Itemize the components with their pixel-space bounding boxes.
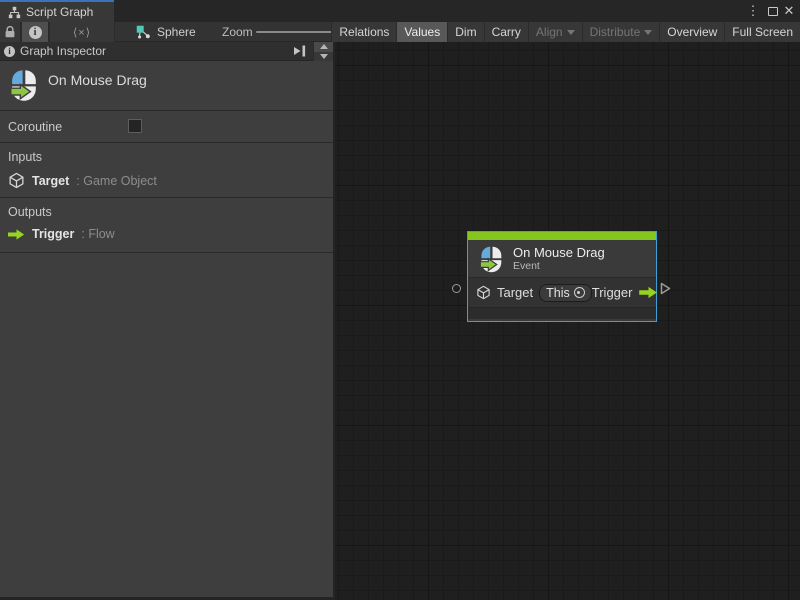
cube-icon <box>8 172 25 189</box>
outputs-section: Outputs Trigger : Flow <box>0 198 333 253</box>
button-label: Distribute <box>590 25 641 39</box>
on-mouse-drag-icon <box>8 68 39 102</box>
this-value-label: This <box>546 286 570 300</box>
scroll-up-button[interactable] <box>314 42 333 52</box>
coroutine-checkbox[interactable] <box>128 119 142 133</box>
toolbar-toggle-group: Relations Values Dim Carry Align Distrib… <box>331 22 800 42</box>
info-icon: i <box>29 26 42 39</box>
graph-inspector-panel: i Graph Inspector On Mouse Drag Coroutin… <box>0 42 335 600</box>
toolbar-button-dim[interactable]: Dim <box>447 22 483 42</box>
triangle-up-icon <box>320 44 328 49</box>
coroutine-row: Coroutine <box>0 111 333 143</box>
dock-panel-icon[interactable] <box>293 45 307 57</box>
lock-icon <box>4 25 16 39</box>
triangle-down-icon <box>320 54 328 59</box>
node-on-mouse-drag[interactable]: On Mouse Drag Event Target This Trigge <box>467 231 657 322</box>
tab-title: Script Graph <box>26 5 93 19</box>
node-input-connection-port[interactable] <box>452 284 461 293</box>
dropdown-arrow-icon <box>567 30 575 35</box>
dropdown-arrow-icon <box>644 30 652 35</box>
input-name: Target <box>32 174 69 188</box>
node-output-connection-port[interactable] <box>660 282 671 295</box>
graph-canvas[interactable]: On Mouse Drag Event Target This Trigge <box>335 42 800 600</box>
code-preview-button[interactable]: ⟨×⟩ <box>49 22 115 42</box>
output-name: Trigger <box>32 227 74 241</box>
inspector-toggle-button[interactable]: i <box>21 22 49 42</box>
title-bar: Script Graph ⋮ ✕ <box>0 0 800 22</box>
event-title: On Mouse Drag <box>48 72 147 110</box>
toolbar-button-align[interactable]: Align <box>528 22 582 42</box>
toolbar-button-overview[interactable]: Overview <box>659 22 724 42</box>
toolbar-button-values[interactable]: Values <box>396 22 447 42</box>
inputs-header: Inputs <box>8 150 333 164</box>
on-mouse-drag-icon <box>478 245 504 273</box>
lock-button[interactable] <box>0 22 21 42</box>
output-port-group[interactable]: Trigger <box>592 285 660 300</box>
output-type: : Flow <box>81 227 114 241</box>
button-label: Relations <box>339 25 389 39</box>
button-label: Carry <box>492 25 521 39</box>
flow-arrow-icon <box>638 286 659 299</box>
input-row-target: Target : Game Object <box>8 172 333 189</box>
scroll-down-button[interactable] <box>314 52 333 62</box>
flow-arrow-icon <box>8 228 25 241</box>
input-port-group[interactable]: Target This <box>476 284 592 302</box>
window-close-button[interactable]: ✕ <box>780 0 798 22</box>
graph-asset-icon <box>136 25 151 40</box>
object-picker-icon[interactable] <box>574 287 585 298</box>
graph-toolbar: i ⟨×⟩ Sphere Zoom 1x Relations Values Di… <box>0 22 800 42</box>
script-graph-icon <box>8 6 21 19</box>
graph-name-label: Sphere <box>157 25 196 39</box>
cube-icon <box>476 285 491 300</box>
window-menu-button[interactable]: ⋮ <box>744 0 762 22</box>
panel-scroll-spinner <box>313 42 333 61</box>
this-value-pill[interactable]: This <box>539 284 592 302</box>
node-title: On Mouse Drag <box>513 245 605 260</box>
node-body[interactable]: On Mouse Drag Event Target This Trigge <box>467 231 657 322</box>
node-color-bar <box>468 232 656 240</box>
button-label: Overview <box>667 25 717 39</box>
tab-script-graph[interactable]: Script Graph <box>0 2 114 22</box>
maximize-icon <box>768 7 778 16</box>
info-icon: i <box>4 46 15 57</box>
inspector-event-section: On Mouse Drag <box>0 61 333 111</box>
node-header[interactable]: On Mouse Drag Event <box>468 240 656 277</box>
target-port-label: Target <box>497 285 533 300</box>
graph-name: Sphere <box>136 22 196 42</box>
code-icon: ⟨×⟩ <box>73 26 91 39</box>
outputs-header: Outputs <box>8 205 333 219</box>
input-type: : Game Object <box>76 174 157 188</box>
node-header-text: On Mouse Drag Event <box>513 245 605 272</box>
inputs-section: Inputs Target : Game Object <box>0 143 333 198</box>
output-row-trigger: Trigger : Flow <box>8 227 333 241</box>
zoom-label: Zoom <box>222 25 253 39</box>
kebab-menu-icon: ⋮ <box>747 3 760 19</box>
inspector-header: i Graph Inspector <box>0 42 333 61</box>
coroutine-label: Coroutine <box>8 120 62 134</box>
toolbar-button-carry[interactable]: Carry <box>484 22 528 42</box>
toolbar-button-relations[interactable]: Relations <box>331 22 396 42</box>
button-label: Values <box>404 25 440 39</box>
node-subtitle: Event <box>513 260 605 272</box>
button-label: Align <box>536 25 563 39</box>
trigger-port-label: Trigger <box>592 285 633 300</box>
close-icon: ✕ <box>784 3 795 19</box>
node-footer <box>468 307 656 319</box>
button-label: Dim <box>455 25 476 39</box>
button-label: Full Screen <box>732 25 793 39</box>
inspector-title: Graph Inspector <box>20 44 106 58</box>
toolbar-button-fullscreen[interactable]: Full Screen <box>724 22 800 42</box>
toolbar-button-distribute[interactable]: Distribute <box>582 22 660 42</box>
node-port-row: Target This Trigger <box>468 277 656 307</box>
